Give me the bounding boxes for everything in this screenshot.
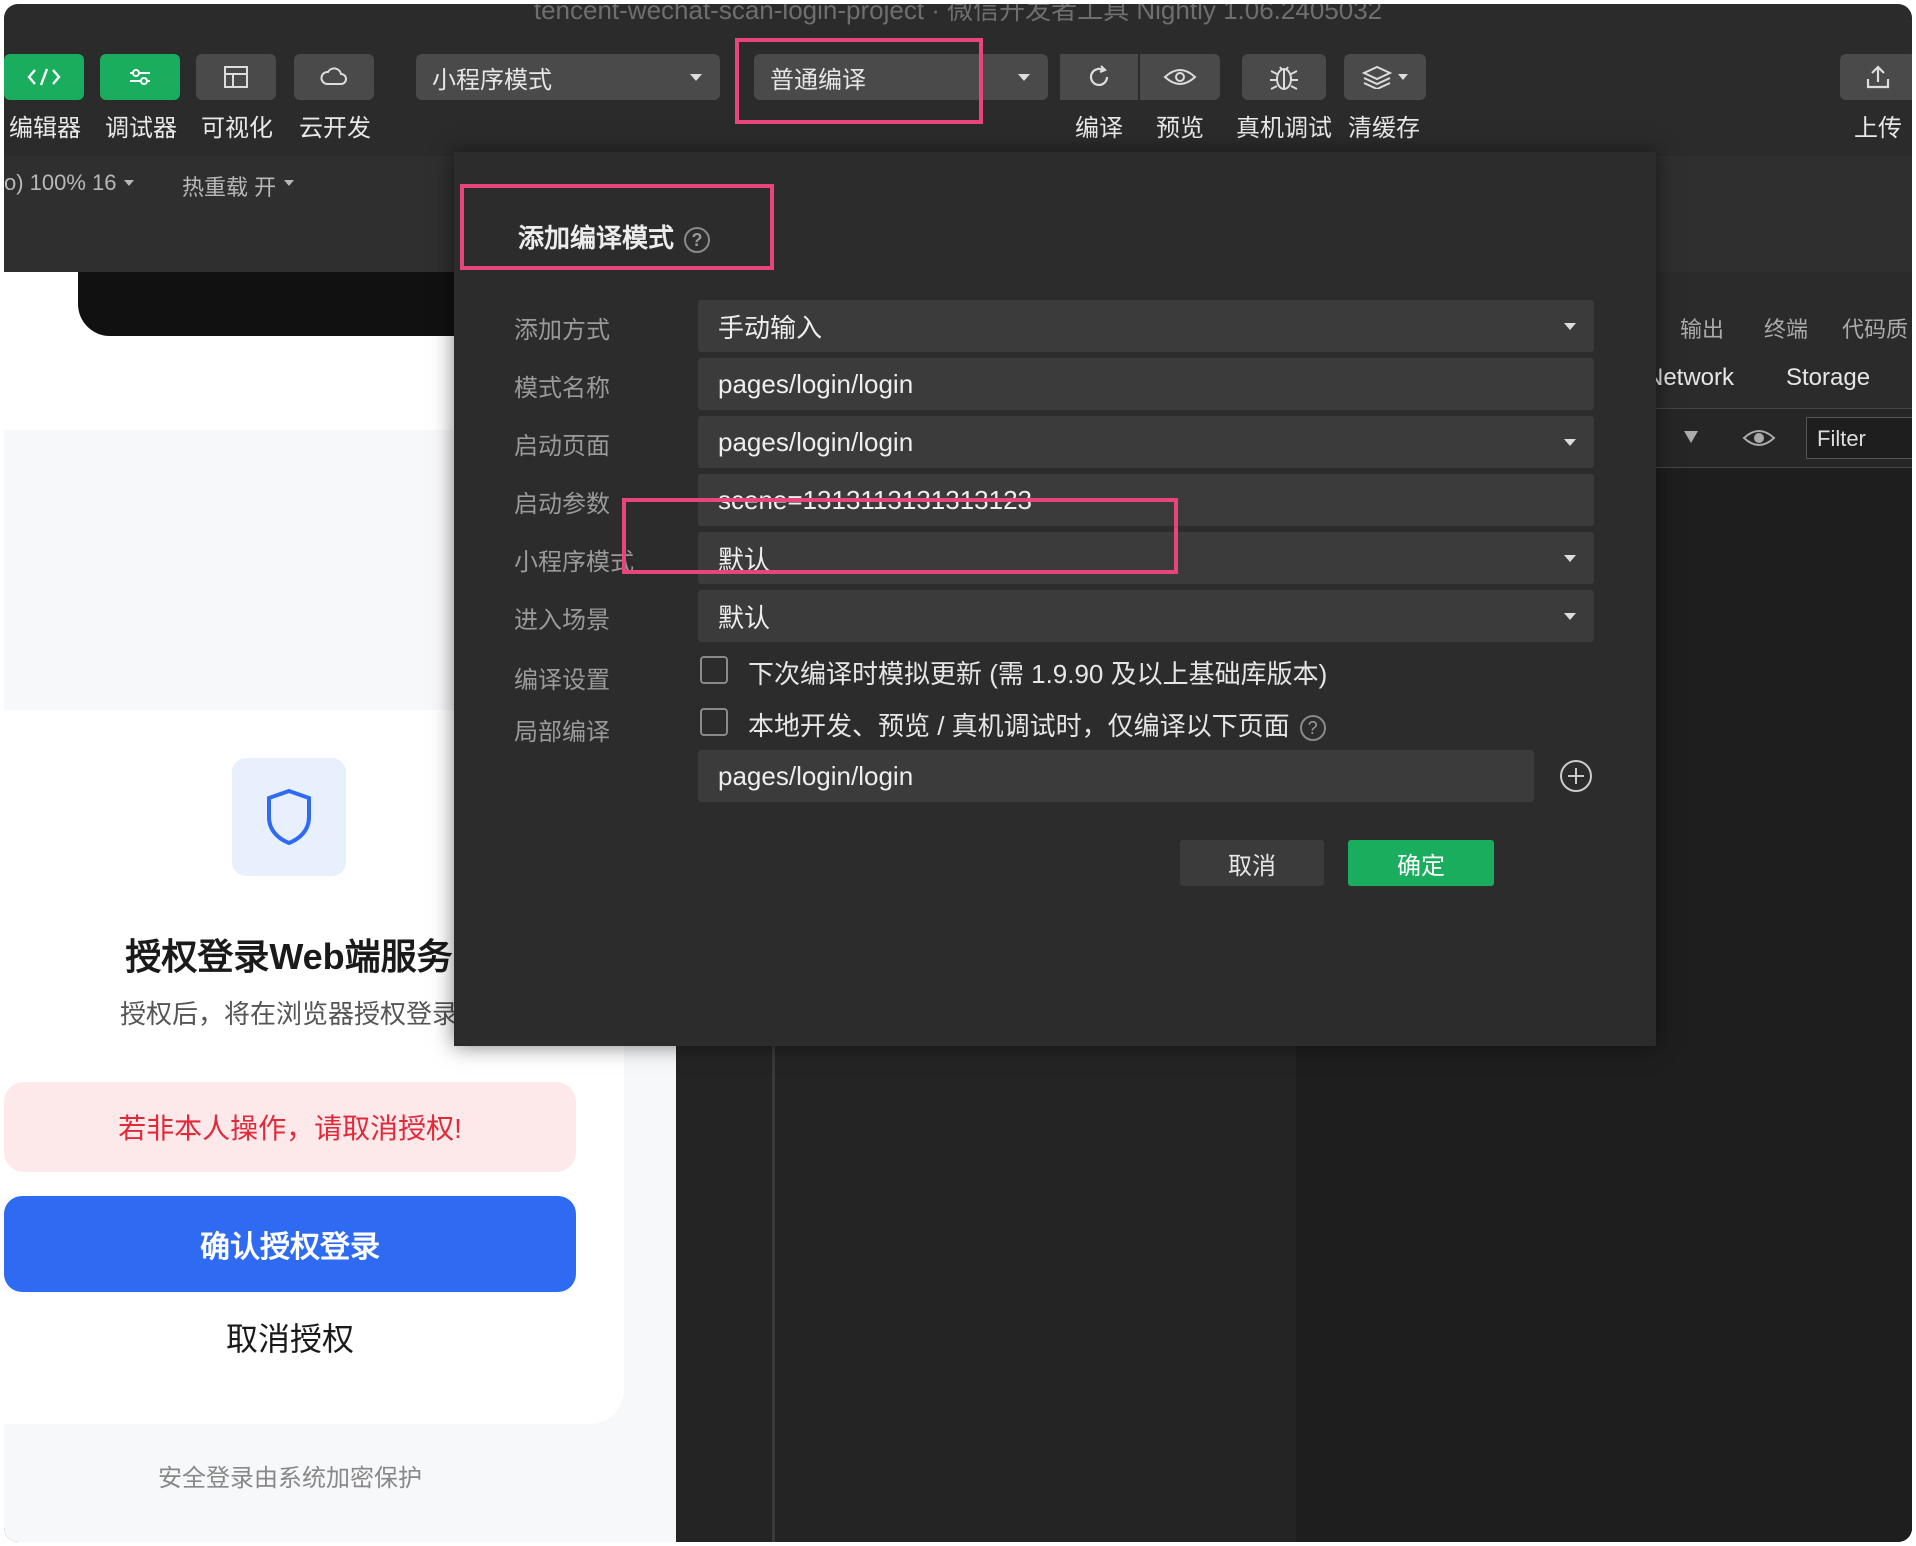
remote-debug-label: 真机调试 xyxy=(1236,115,1332,142)
cancel-button[interactable]: 取消 xyxy=(1180,840,1324,886)
sliders-icon xyxy=(130,69,150,85)
start-params-label: 启动参数 xyxy=(514,491,610,518)
confirm-login-button[interactable]: 确认授权登录 xyxy=(4,1196,576,1292)
tab-terminal[interactable]: 终端 xyxy=(1764,312,1808,344)
shield-icon xyxy=(267,788,311,846)
chevron-down-icon xyxy=(284,180,294,186)
clear-cache-label: 清缓存 xyxy=(1348,115,1420,142)
start-page-label: 启动页面 xyxy=(514,433,610,460)
mode-select[interactable]: 小程序模式 xyxy=(416,54,720,100)
compile-settings-label: 编译设置 xyxy=(514,667,610,694)
code-icon xyxy=(27,68,61,86)
zoom-select[interactable]: o) 100% 16 xyxy=(4,170,117,196)
mode-select-value: 小程序模式 xyxy=(432,66,552,94)
remote-debug-button[interactable] xyxy=(1242,54,1326,100)
tab-output[interactable]: 输出 xyxy=(1680,312,1724,344)
security-footer: 安全登录由系统加密保护 xyxy=(158,1465,422,1492)
devtools-window: tencent-wechat-scan-login-project · 微信开发… xyxy=(4,4,1912,1542)
preview-button[interactable] xyxy=(1140,54,1220,100)
scene-select[interactable]: 默认 xyxy=(698,590,1594,642)
chevron-down-icon xyxy=(1564,555,1576,562)
compile-label: 编译 xyxy=(1075,115,1123,142)
chevron-down-icon xyxy=(1564,439,1576,446)
network-filter-bar: Filter xyxy=(1656,408,1912,468)
filter-input[interactable]: Filter xyxy=(1806,417,1912,459)
debugger-label: 调试器 xyxy=(105,115,177,142)
chevron-down-icon xyxy=(1564,613,1576,620)
bug-icon xyxy=(1270,66,1298,90)
visual-label: 可视化 xyxy=(201,115,273,142)
partial-compile-checkbox[interactable] xyxy=(700,708,728,736)
preview-label: 预览 xyxy=(1156,115,1204,142)
help-icon[interactable]: ? xyxy=(1299,715,1326,742)
cloud-dev-label: 云开发 xyxy=(299,115,371,142)
cancel-auth-link[interactable]: 取消授权 xyxy=(4,1314,576,1360)
hot-reload-toggle[interactable]: 热重载 开 xyxy=(182,170,276,202)
cloud-dev-button[interactable] xyxy=(294,54,374,100)
eye-icon xyxy=(1163,69,1197,85)
scene-value: 默认 xyxy=(718,602,771,633)
highlight-start-params xyxy=(622,498,1178,574)
visual-toggle-button[interactable] xyxy=(196,54,276,100)
clear-cache-button[interactable] xyxy=(1344,54,1426,100)
tab-storage[interactable]: Storage xyxy=(1786,364,1870,392)
tab-network[interactable]: Network xyxy=(1646,364,1734,392)
simulate-update-checkbox[interactable] xyxy=(700,656,728,684)
upload-button[interactable] xyxy=(1840,54,1912,100)
mini-mode-label: 小程序模式 xyxy=(514,549,634,576)
partial-compile-label: 局部编译 xyxy=(514,719,610,746)
simulate-update-text: 下次编译时模拟更新 (需 1.9.90 及以上基础库版本) xyxy=(748,659,1328,689)
partial-compile-text-value: 本地开发、预览 / 真机调试时，仅编译以下页面 xyxy=(748,711,1290,741)
phone-notch xyxy=(78,272,498,336)
shield-badge xyxy=(232,758,346,876)
editor-label: 编辑器 xyxy=(9,115,81,142)
add-compile-mode-dialog: 添加编译模式? 添加方式 手动输入 模式名称 pages/login/login… xyxy=(454,152,1656,1046)
ok-button[interactable]: 确定 xyxy=(1348,840,1494,886)
triangle-down-icon[interactable] xyxy=(1684,431,1698,443)
debugger-toggle-button[interactable] xyxy=(100,54,180,100)
tab-code-quality[interactable]: 代码质 xyxy=(1842,312,1908,344)
warning-banner: 若非本人操作，请取消授权! xyxy=(4,1082,576,1172)
highlight-dialog-title xyxy=(460,184,774,270)
scene-label: 进入场景 xyxy=(514,607,610,634)
chevron-down-icon xyxy=(1398,74,1408,80)
chevron-down-icon xyxy=(1018,74,1030,81)
chevron-down-icon xyxy=(690,74,702,81)
cloud-icon xyxy=(320,67,347,85)
partial-compile-text: 本地开发、预览 / 真机调试时，仅编译以下页面? xyxy=(748,706,1326,743)
layers-icon xyxy=(1362,65,1392,89)
highlight-compile-select xyxy=(735,38,983,124)
add-method-select[interactable]: 手动输入 xyxy=(698,300,1594,352)
chevron-down-icon xyxy=(124,180,134,186)
mode-name-input[interactable]: pages/login/login xyxy=(698,358,1594,410)
refresh-icon xyxy=(1089,65,1109,86)
start-page-select[interactable]: pages/login/login xyxy=(698,416,1594,468)
window-title: tencent-wechat-scan-login-project · 微信开发… xyxy=(533,4,1383,25)
layout-icon xyxy=(224,66,248,88)
mode-name-label: 模式名称 xyxy=(514,375,610,402)
editor-toggle-button[interactable] xyxy=(4,54,84,100)
upload-label: 上传 xyxy=(1854,115,1902,142)
partial-page-input[interactable]: pages/login/login xyxy=(698,750,1534,802)
add-circle-icon[interactable] xyxy=(1558,758,1594,794)
upload-icon xyxy=(1866,65,1890,89)
add-method-value: 手动输入 xyxy=(718,312,823,343)
eye-icon[interactable] xyxy=(1742,427,1776,449)
add-method-label: 添加方式 xyxy=(514,317,610,344)
chevron-down-icon xyxy=(1564,323,1576,330)
start-page-value: pages/login/login xyxy=(718,426,914,457)
compile-button[interactable] xyxy=(1060,54,1138,100)
